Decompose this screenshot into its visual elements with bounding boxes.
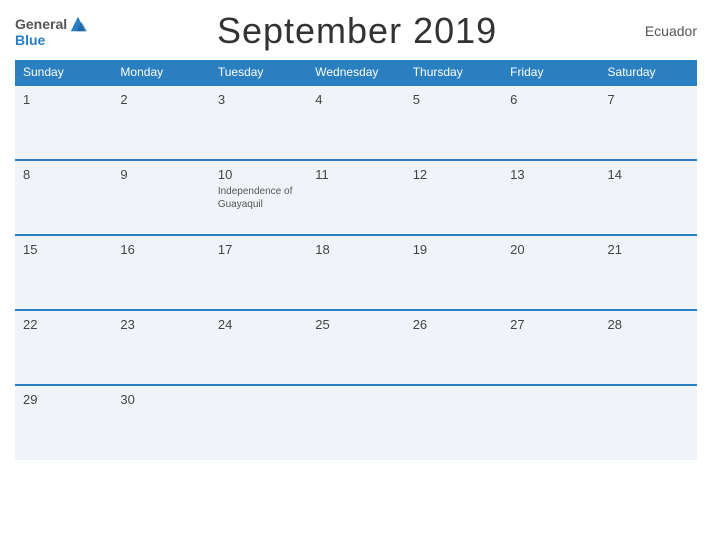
day-number: 1 <box>23 92 104 107</box>
day-number: 21 <box>608 242 689 257</box>
calendar-day-cell <box>600 385 697 460</box>
calendar-day-cell: 22 <box>15 310 112 385</box>
calendar-week-row: 15 16 17 18 19 20 21 <box>15 235 697 310</box>
day-number: 23 <box>120 317 201 332</box>
day-number: 30 <box>120 392 201 407</box>
calendar-table: Sunday Monday Tuesday Wednesday Thursday… <box>15 60 697 460</box>
day-number: 29 <box>23 392 104 407</box>
calendar-week-row: 1 2 3 4 5 6 7 <box>15 85 697 160</box>
day-number: 27 <box>510 317 591 332</box>
calendar-day-cell: 29 <box>15 385 112 460</box>
header-saturday: Saturday <box>600 60 697 85</box>
calendar-day-cell: 15 <box>15 235 112 310</box>
calendar-day-cell: 19 <box>405 235 502 310</box>
calendar-day-cell <box>405 385 502 460</box>
day-number: 10 <box>218 167 299 182</box>
day-number: 18 <box>315 242 396 257</box>
header-wednesday: Wednesday <box>307 60 404 85</box>
day-number: 24 <box>218 317 299 332</box>
header-monday: Monday <box>112 60 209 85</box>
day-number: 2 <box>120 92 201 107</box>
day-number: 28 <box>608 317 689 332</box>
calendar-day-cell: 2 <box>112 85 209 160</box>
calendar-day-cell: 30 <box>112 385 209 460</box>
calendar-day-cell: 27 <box>502 310 599 385</box>
calendar-day-cell: 10 Independence of Guayaquil <box>210 160 307 235</box>
calendar-container: General Blue September 2019 Ecuador Sund… <box>0 0 712 550</box>
logo-icon <box>69 15 87 33</box>
calendar-day-cell: 4 <box>307 85 404 160</box>
calendar-day-cell: 24 <box>210 310 307 385</box>
day-number: 17 <box>218 242 299 257</box>
day-number: 26 <box>413 317 494 332</box>
calendar-day-cell: 12 <box>405 160 502 235</box>
calendar-day-cell: 28 <box>600 310 697 385</box>
calendar-week-row: 8 9 10 Independence of Guayaquil 11 12 13 14 <box>15 160 697 235</box>
day-number: 6 <box>510 92 591 107</box>
calendar-week-row: 29 30 <box>15 385 697 460</box>
calendar-day-cell: 13 <box>502 160 599 235</box>
country-label: Ecuador <box>627 23 697 39</box>
calendar-day-cell: 9 <box>112 160 209 235</box>
header-sunday: Sunday <box>15 60 112 85</box>
calendar-day-cell: 14 <box>600 160 697 235</box>
day-number: 9 <box>120 167 201 182</box>
calendar-day-cell: 8 <box>15 160 112 235</box>
calendar-day-cell: 18 <box>307 235 404 310</box>
day-number: 8 <box>23 167 104 182</box>
header-tuesday: Tuesday <box>210 60 307 85</box>
holiday-label: Independence of Guayaquil <box>218 185 299 211</box>
weekday-header-row: Sunday Monday Tuesday Wednesday Thursday… <box>15 60 697 85</box>
calendar-day-cell <box>210 385 307 460</box>
calendar-day-cell <box>502 385 599 460</box>
calendar-day-cell: 16 <box>112 235 209 310</box>
day-number: 4 <box>315 92 396 107</box>
header-friday: Friday <box>502 60 599 85</box>
calendar-day-cell: 6 <box>502 85 599 160</box>
day-number: 12 <box>413 167 494 182</box>
day-number: 15 <box>23 242 104 257</box>
day-number: 13 <box>510 167 591 182</box>
day-number: 14 <box>608 167 689 182</box>
calendar-day-cell: 5 <box>405 85 502 160</box>
calendar-day-cell: 23 <box>112 310 209 385</box>
day-number: 20 <box>510 242 591 257</box>
calendar-day-cell: 1 <box>15 85 112 160</box>
calendar-day-cell: 21 <box>600 235 697 310</box>
calendar-week-row: 22 23 24 25 26 27 28 <box>15 310 697 385</box>
day-number: 19 <box>413 242 494 257</box>
day-number: 3 <box>218 92 299 107</box>
day-number: 7 <box>608 92 689 107</box>
logo: General Blue <box>15 15 87 47</box>
day-number: 11 <box>315 167 396 182</box>
calendar-day-cell: 26 <box>405 310 502 385</box>
calendar-day-cell: 3 <box>210 85 307 160</box>
day-number: 5 <box>413 92 494 107</box>
day-number: 25 <box>315 317 396 332</box>
calendar-day-cell: 25 <box>307 310 404 385</box>
logo-general-text: General <box>15 17 67 31</box>
day-number: 16 <box>120 242 201 257</box>
calendar-day-cell <box>307 385 404 460</box>
logo-blue-text: Blue <box>15 33 45 47</box>
header-thursday: Thursday <box>405 60 502 85</box>
month-title: September 2019 <box>217 10 497 51</box>
calendar-header: General Blue September 2019 Ecuador <box>15 10 697 52</box>
calendar-day-cell: 20 <box>502 235 599 310</box>
calendar-day-cell: 7 <box>600 85 697 160</box>
title-area: September 2019 <box>87 10 627 52</box>
day-number: 22 <box>23 317 104 332</box>
calendar-day-cell: 11 <box>307 160 404 235</box>
calendar-day-cell: 17 <box>210 235 307 310</box>
